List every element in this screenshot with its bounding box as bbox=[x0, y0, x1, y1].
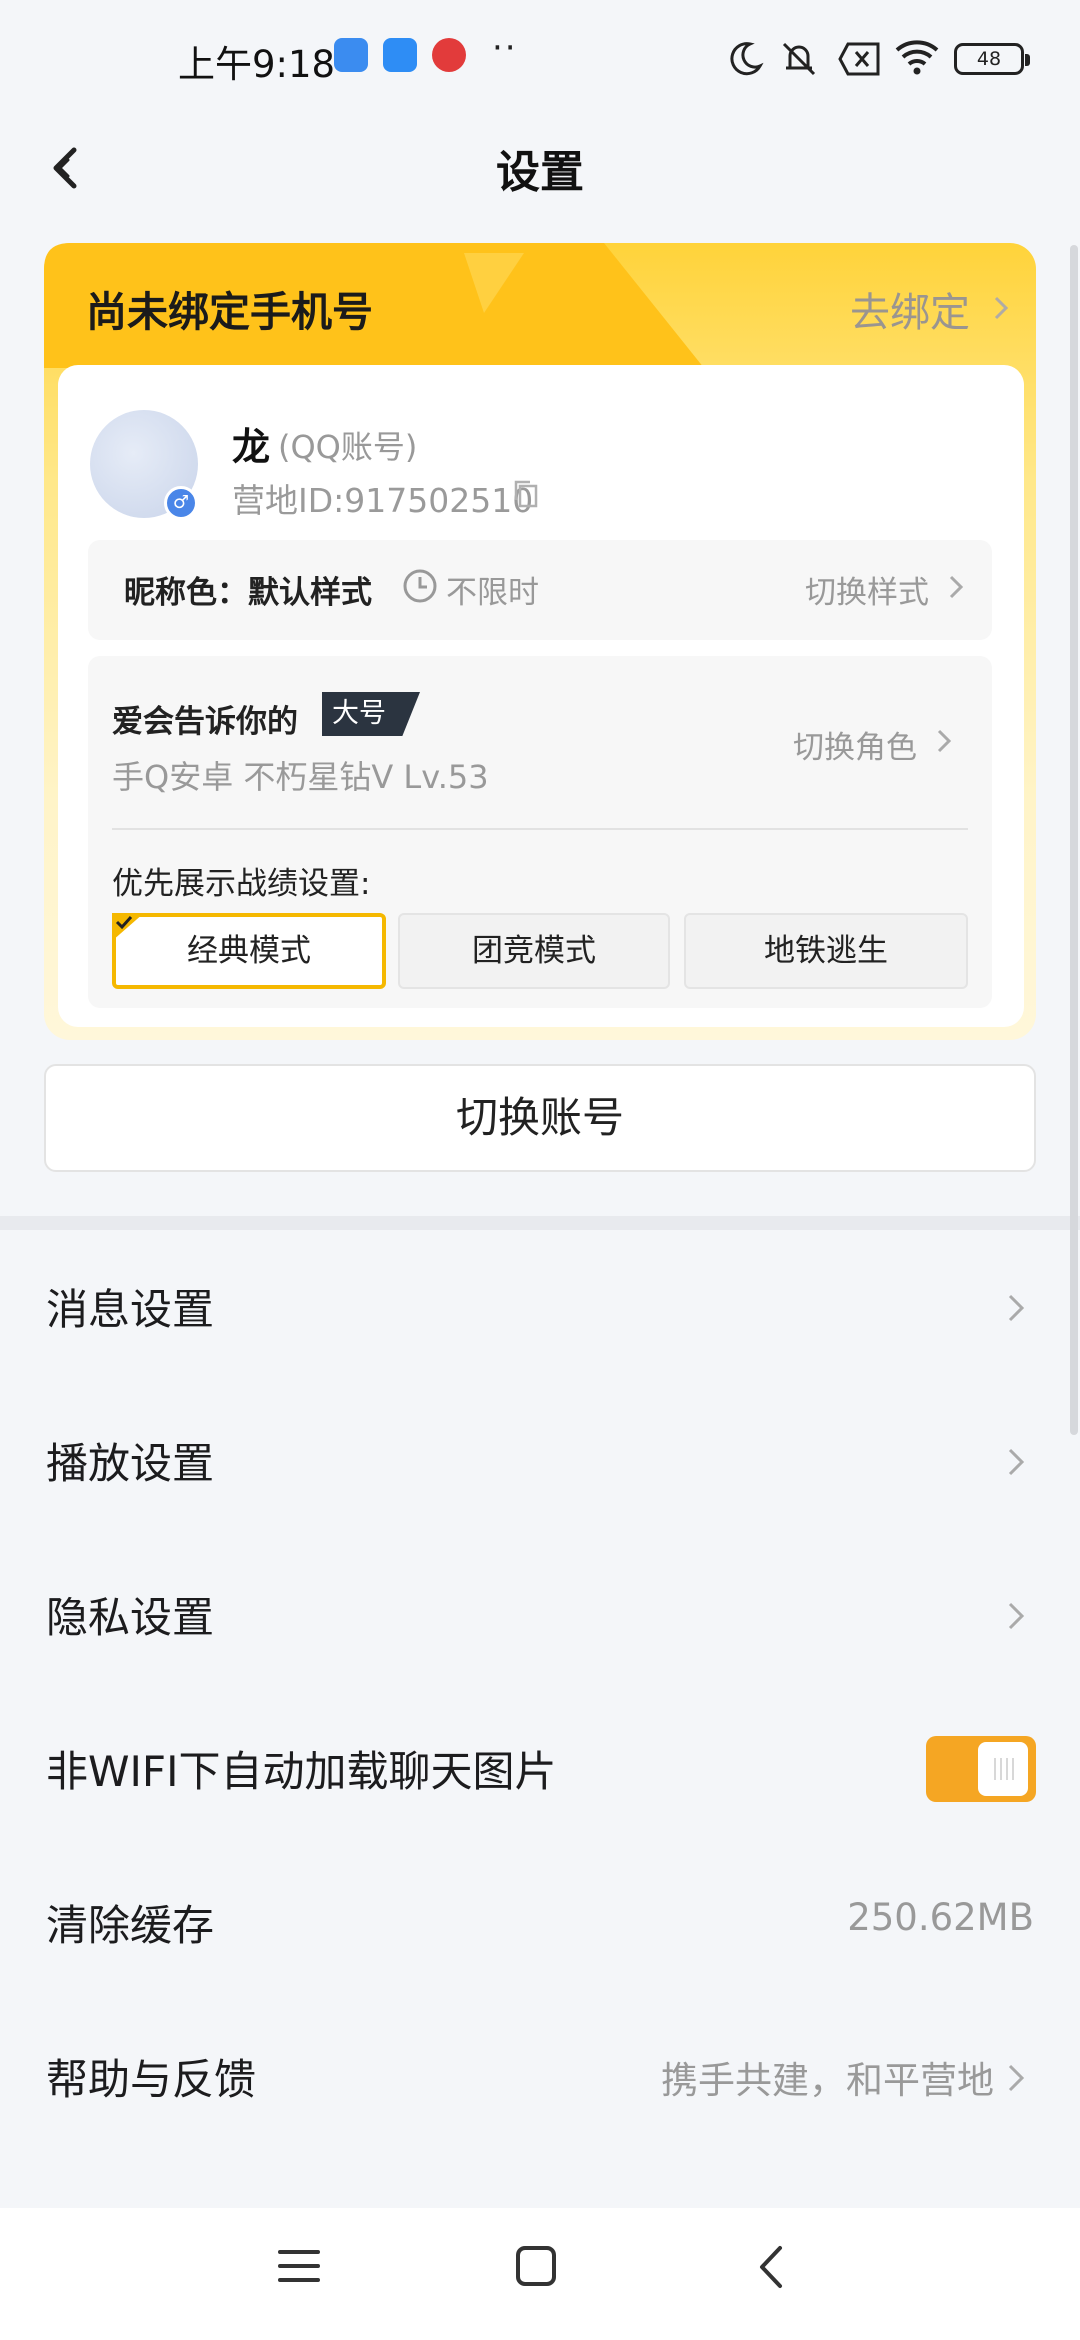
chevron-right-icon bbox=[937, 729, 952, 753]
menu-help-feedback[interactable]: 帮助与反馈 携手共建，和平营地 bbox=[0, 2000, 1080, 2154]
menu-privacy-settings[interactable]: 隐私设置 bbox=[0, 1538, 1080, 1692]
toggle-knob bbox=[978, 1742, 1028, 1796]
help-feedback-subtitle: 携手共建，和平营地 bbox=[661, 2059, 994, 2102]
copy-icon[interactable] bbox=[512, 478, 540, 510]
divider bbox=[112, 828, 968, 830]
menu-auto-load-images: 非WIFI下自动加载聊天图片 bbox=[0, 1692, 1080, 1846]
menu-label: 清除缓存 bbox=[46, 1901, 215, 1950]
selected-check-icon bbox=[112, 913, 144, 941]
status-time: 上午9:18 bbox=[178, 43, 336, 86]
chevron-right-icon bbox=[994, 296, 1009, 320]
record-pref-label: 优先展示战绩设置: bbox=[112, 866, 371, 902]
mode-metro-button[interactable]: 地铁逃生 bbox=[684, 913, 968, 989]
battery-icon: 48 bbox=[954, 43, 1030, 75]
menu-label: 隐私设置 bbox=[46, 1593, 215, 1642]
switch-role-button[interactable]: 切换角色 bbox=[793, 722, 917, 767]
clock-icon bbox=[403, 569, 437, 603]
account-type: (QQ账号) bbox=[278, 428, 418, 466]
more-notifications-icon: ·· bbox=[492, 28, 518, 68]
menu-playback-settings[interactable]: 播放设置 bbox=[0, 1384, 1080, 1538]
switch-style-button[interactable]: 切换样式 bbox=[805, 567, 929, 612]
home-icon[interactable] bbox=[514, 2244, 558, 2288]
status-bar: 上午9:18 ·· 48 bbox=[0, 0, 1080, 118]
mute-icon bbox=[782, 42, 816, 76]
bind-phone-label: 去绑定 bbox=[850, 290, 970, 336]
role-name: 爱会告诉你的 bbox=[112, 704, 298, 740]
mode-classic-button[interactable]: 经典模式 bbox=[112, 913, 386, 989]
chevron-right-icon bbox=[1008, 1294, 1025, 1322]
back-icon[interactable] bbox=[756, 2244, 786, 2290]
bind-phone-button[interactable]: 去绑定 bbox=[850, 270, 1020, 338]
user-id: 营地ID:917502510 bbox=[232, 481, 534, 520]
news-app-icon bbox=[432, 38, 466, 72]
page-title: 设置 bbox=[496, 147, 584, 198]
menu-label: 帮助与反馈 bbox=[46, 2055, 257, 2104]
scrollbar[interactable] bbox=[1070, 245, 1078, 1435]
chevron-right-icon bbox=[1008, 1448, 1025, 1476]
sim-off-icon bbox=[838, 42, 880, 76]
menu-message-settings[interactable]: 消息设置 bbox=[0, 1230, 1080, 1384]
chevron-right-icon bbox=[1008, 2064, 1025, 2092]
system-nav-bar bbox=[0, 2208, 1080, 2340]
nickname-color-label: 昵称色：默认样式 bbox=[124, 575, 372, 611]
nickname-color-duration: 不限时 bbox=[446, 575, 539, 611]
cache-size: 250.62MB bbox=[847, 1896, 1034, 1939]
menu-icon[interactable] bbox=[278, 2246, 320, 2286]
user-name: 龙 bbox=[232, 425, 271, 469]
menu-label: 消息设置 bbox=[46, 1285, 215, 1334]
mode-team-button[interactable]: 团竞模式 bbox=[398, 913, 670, 989]
menu-label: 非WIFI下自动加载聊天图片 bbox=[46, 1747, 557, 1796]
chat-app-icon bbox=[383, 38, 417, 72]
moon-icon bbox=[730, 42, 764, 76]
wallet-app-icon bbox=[334, 38, 368, 72]
chevron-right-icon bbox=[1008, 1602, 1025, 1630]
role-details: 手Q安卓 不朽星钻V Lv.53 bbox=[112, 758, 489, 796]
switch-account-button[interactable]: 切换账号 bbox=[44, 1064, 1036, 1172]
male-gender-icon: ♂ bbox=[164, 486, 198, 520]
section-divider bbox=[0, 1216, 1080, 1230]
wifi-icon bbox=[895, 40, 939, 75]
bind-phone-title: 尚未绑定手机号 bbox=[86, 288, 373, 336]
menu-clear-cache[interactable]: 清除缓存 250.62MB bbox=[0, 1846, 1080, 2000]
chevron-right-icon bbox=[949, 575, 964, 599]
menu-label: 播放设置 bbox=[46, 1439, 215, 1488]
